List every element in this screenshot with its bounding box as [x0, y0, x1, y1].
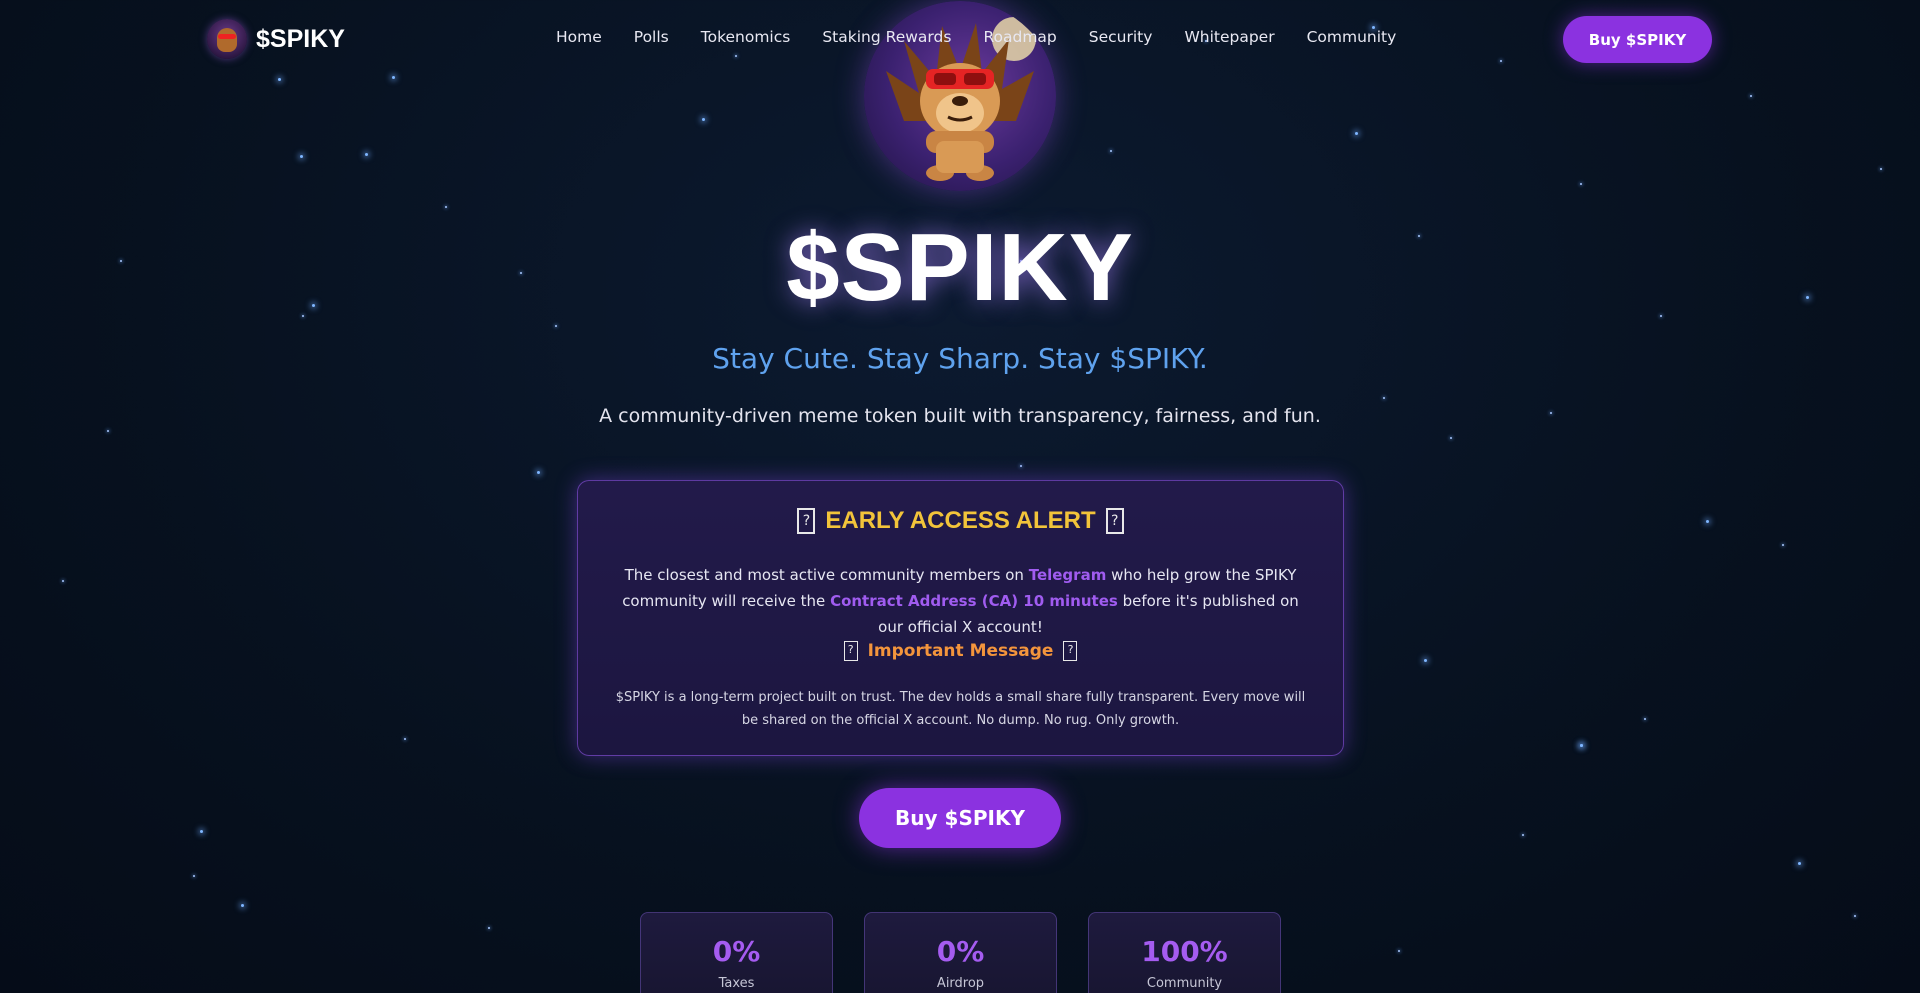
early-access-alert-card: ? EARLY ACCESS ALERT ? The closest and m… — [577, 480, 1344, 756]
brand[interactable]: $SPIKY — [207, 19, 345, 59]
contract-address-highlight: Contract Address (CA) 10 minutes — [830, 592, 1118, 610]
stat-card-community: 100% Community — [1088, 912, 1281, 993]
nav-item-polls[interactable]: Polls — [634, 28, 669, 46]
missing-glyph-icon: ? — [1105, 508, 1124, 534]
nav-item-security[interactable]: Security — [1089, 28, 1153, 46]
stat-value: 0% — [936, 935, 985, 968]
missing-glyph-icon: ? — [1063, 641, 1078, 661]
nav-item-staking-rewards[interactable]: Staking Rewards — [822, 28, 951, 46]
nav-buy-button[interactable]: Buy $SPIKY — [1563, 16, 1712, 63]
stat-label: Community — [1146, 976, 1223, 991]
nav-item-community[interactable]: Community — [1307, 28, 1397, 46]
alert-body-text: The closest and most active community me… — [624, 566, 1029, 584]
stat-card-airdrop: 0% Airdrop — [864, 912, 1057, 993]
alert-body: The closest and most active community me… — [608, 562, 1313, 640]
nav-item-home[interactable]: Home — [556, 28, 602, 46]
alert-header: ? EARLY ACCESS ALERT ? — [578, 507, 1343, 535]
hero-tagline: Stay Cute. Stay Sharp. Stay $SPIKY. — [712, 342, 1208, 375]
stat-value: 0% — [712, 935, 761, 968]
hero-title: $SPIKY — [786, 214, 1134, 321]
telegram-link[interactable]: Telegram — [1029, 566, 1107, 584]
missing-glyph-icon: ? — [797, 508, 816, 534]
stat-label: Airdrop — [936, 976, 985, 991]
brand-name: $SPIKY — [256, 24, 345, 53]
nav-item-roadmap[interactable]: Roadmap — [983, 28, 1056, 46]
stat-label: Taxes — [718, 976, 755, 991]
top-navigation: $SPIKY Home Polls Tokenomics Staking Rew… — [0, 0, 1920, 78]
missing-glyph-icon: ? — [843, 641, 858, 661]
nav-menu: Home Polls Tokenomics Staking Rewards Ro… — [556, 28, 1428, 46]
hedgehog-logo-icon — [207, 19, 247, 59]
stat-card-taxes: 0% Taxes — [640, 912, 833, 993]
hero-buy-button[interactable]: Buy $SPIKY — [859, 788, 1061, 848]
hero-subtitle: A community-driven meme token built with… — [599, 405, 1321, 427]
alert-title: EARLY ACCESS ALERT — [825, 507, 1096, 534]
stat-value: 100% — [1141, 935, 1228, 968]
important-message-title: Important Message — [867, 641, 1054, 661]
important-message-header: ? Important Message ? — [578, 641, 1343, 661]
nav-item-tokenomics[interactable]: Tokenomics — [701, 28, 791, 46]
nav-item-whitepaper[interactable]: Whitepaper — [1184, 28, 1274, 46]
important-message-body: $SPIKY is a long-term project built on t… — [615, 690, 1306, 728]
